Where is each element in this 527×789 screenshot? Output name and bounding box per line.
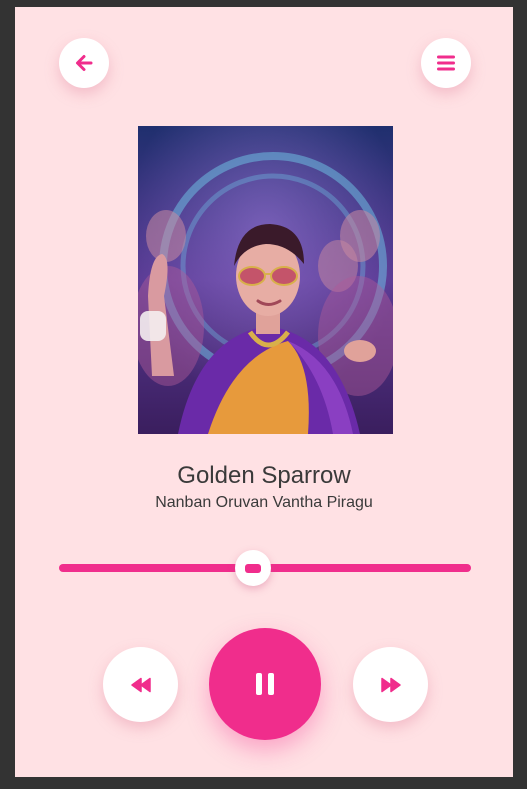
music-player-card: Golden Sparrow Nanban Oruvan Vantha Pira…	[15, 7, 513, 777]
back-button[interactable]	[59, 38, 109, 88]
rewind-icon	[130, 677, 151, 692]
menu-button[interactable]	[421, 38, 471, 88]
pause-button[interactable]	[209, 628, 321, 740]
previous-button[interactable]	[103, 647, 178, 722]
next-button[interactable]	[353, 647, 428, 722]
progress-slider-thumb[interactable]	[234, 550, 271, 586]
progress-slider[interactable]	[59, 550, 471, 586]
song-title: Golden Sparrow	[177, 462, 351, 489]
slider-thumb-dot	[244, 563, 261, 573]
song-artist: Nanban Oruvan Vantha Piragu	[155, 494, 373, 511]
album-art	[138, 126, 393, 434]
arrow-left-icon	[76, 55, 93, 71]
pause-icon	[256, 673, 274, 695]
hamburger-menu-icon	[437, 55, 455, 71]
fast-forward-icon	[380, 677, 401, 692]
